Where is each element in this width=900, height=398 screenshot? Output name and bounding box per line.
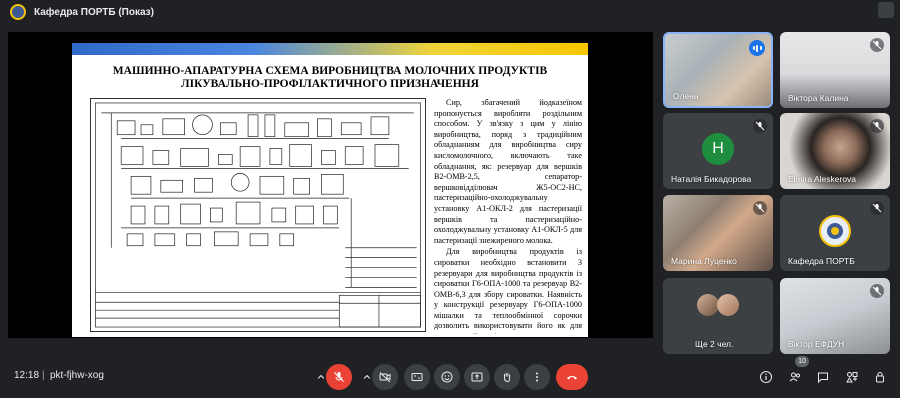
participant-name: Elmira Aleskerova: [788, 174, 857, 184]
avatar: Н: [702, 133, 734, 165]
participant-name: Кафедра ПОРТБ: [788, 256, 855, 266]
participant-name: Ще 2 чел.: [695, 339, 734, 349]
captions-icon: [411, 373, 423, 381]
slide: МАШИННО-АПАРАТУРНА СХЕМА ВИРОБНИЦТВА МОЛ…: [72, 43, 588, 337]
people-button[interactable]: [786, 368, 804, 386]
end-call-button[interactable]: [556, 364, 588, 390]
mic-off-icon: [870, 38, 884, 52]
mic-off-icon: [753, 201, 767, 215]
separator: |: [42, 370, 45, 381]
activities-icon: [846, 372, 858, 383]
info-icon: [760, 371, 772, 383]
avatar: [717, 294, 739, 316]
participant-tile[interactable]: Elmira Aleskerova: [780, 113, 890, 189]
raise-hand-icon: [503, 372, 511, 383]
mic-toggle-button[interactable]: [326, 364, 352, 390]
slide-header-bar: [72, 43, 588, 55]
speaking-indicator-icon: [749, 40, 765, 56]
slide-paragraph: Для виробництва продуктів із сироватки н…: [434, 247, 582, 334]
more-options-button[interactable]: [524, 364, 550, 390]
top-bar: Кафедра ПОРТБ (Показ): [0, 0, 900, 24]
participant-name: Марина Луценко: [671, 256, 737, 266]
host-controls-button[interactable]: [871, 368, 889, 386]
equipment-scheme-drawing: [90, 98, 426, 332]
presenter-logo-icon: [10, 4, 26, 20]
meet-window: Кафедра ПОРТБ (Показ) МАШИННО-АПАРАТУРНА…: [0, 0, 900, 398]
camera-toggle-button[interactable]: [372, 364, 398, 390]
participant-tile[interactable]: Олена: [663, 32, 773, 108]
bottom-bar: 12:18 | pkt-fjhw-xog 10: [0, 356, 900, 398]
participant-tile[interactable]: Марина Луценко: [663, 195, 773, 271]
slide-body-text: Сир, збагачений йодказеїном пропонується…: [434, 98, 582, 334]
expand-icon[interactable]: [878, 2, 894, 18]
window-title: Кафедра ПОРТБ (Показ): [34, 6, 154, 18]
clock: 12:18: [14, 370, 40, 381]
slide-title: МАШИННО-АПАРАТУРНА СХЕМА ВИРОБНИЦТВА МОЛ…: [92, 65, 568, 91]
mic-off-icon: [870, 201, 884, 215]
participant-name: Наталія Бикадорова: [671, 174, 752, 184]
mic-off-icon: [334, 372, 344, 382]
participant-tile[interactable]: Віктор ЕФДУН: [780, 278, 890, 354]
captions-button[interactable]: [404, 364, 430, 390]
more-icon: [536, 372, 538, 382]
host-controls-icon: [876, 372, 884, 383]
participant-tile[interactable]: Н Наталія Бикадорова: [663, 113, 773, 189]
mic-off-icon: [870, 284, 884, 298]
reactions-button[interactable]: [434, 364, 460, 390]
department-logo-icon: [827, 223, 843, 239]
present-icon: [471, 372, 483, 382]
participant-name: Віктора Калина: [788, 93, 849, 103]
chat-icon: [818, 372, 828, 384]
more-participants-tile[interactable]: Ще 2 чел.: [663, 278, 773, 354]
people-icon: [789, 372, 800, 382]
slide-paragraph: Сир, збагачений йодказеїном пропонується…: [434, 98, 582, 245]
chat-button[interactable]: [814, 368, 832, 386]
raise-hand-button[interactable]: [494, 364, 520, 390]
meeting-code: pkt-fjhw-xog: [50, 370, 104, 381]
participant-count-badge: 10: [795, 356, 809, 367]
participant-name: Віктор ЕФДУН: [788, 339, 845, 349]
meeting-details-button[interactable]: [757, 368, 775, 386]
participant-tile[interactable]: Віктора Калина: [780, 32, 890, 108]
presentation-area[interactable]: МАШИННО-АПАРАТУРНА СХЕМА ВИРОБНИЦТВА МОЛ…: [8, 32, 653, 338]
mic-off-icon: [753, 119, 767, 133]
camera-off-icon: [379, 372, 391, 383]
end-call-icon: [567, 376, 577, 380]
present-button[interactable]: [464, 364, 490, 390]
emoji-icon: [441, 371, 453, 383]
slide-title-line2: ЛІКУВАЛЬНО-ПРОФІЛАКТИЧНОГО ПРИЗНАЧЕННЯ: [181, 78, 479, 90]
participant-name: Олена: [673, 91, 699, 101]
activities-button[interactable]: [843, 368, 861, 386]
participant-tile[interactable]: Кафедра ПОРТБ: [780, 195, 890, 271]
mic-off-icon: [870, 119, 884, 133]
avatar: [697, 294, 719, 316]
slide-title-line1: МАШИННО-АПАРАТУРНА СХЕМА ВИРОБНИЦТВА МОЛ…: [112, 65, 548, 77]
avatar: [819, 215, 851, 247]
